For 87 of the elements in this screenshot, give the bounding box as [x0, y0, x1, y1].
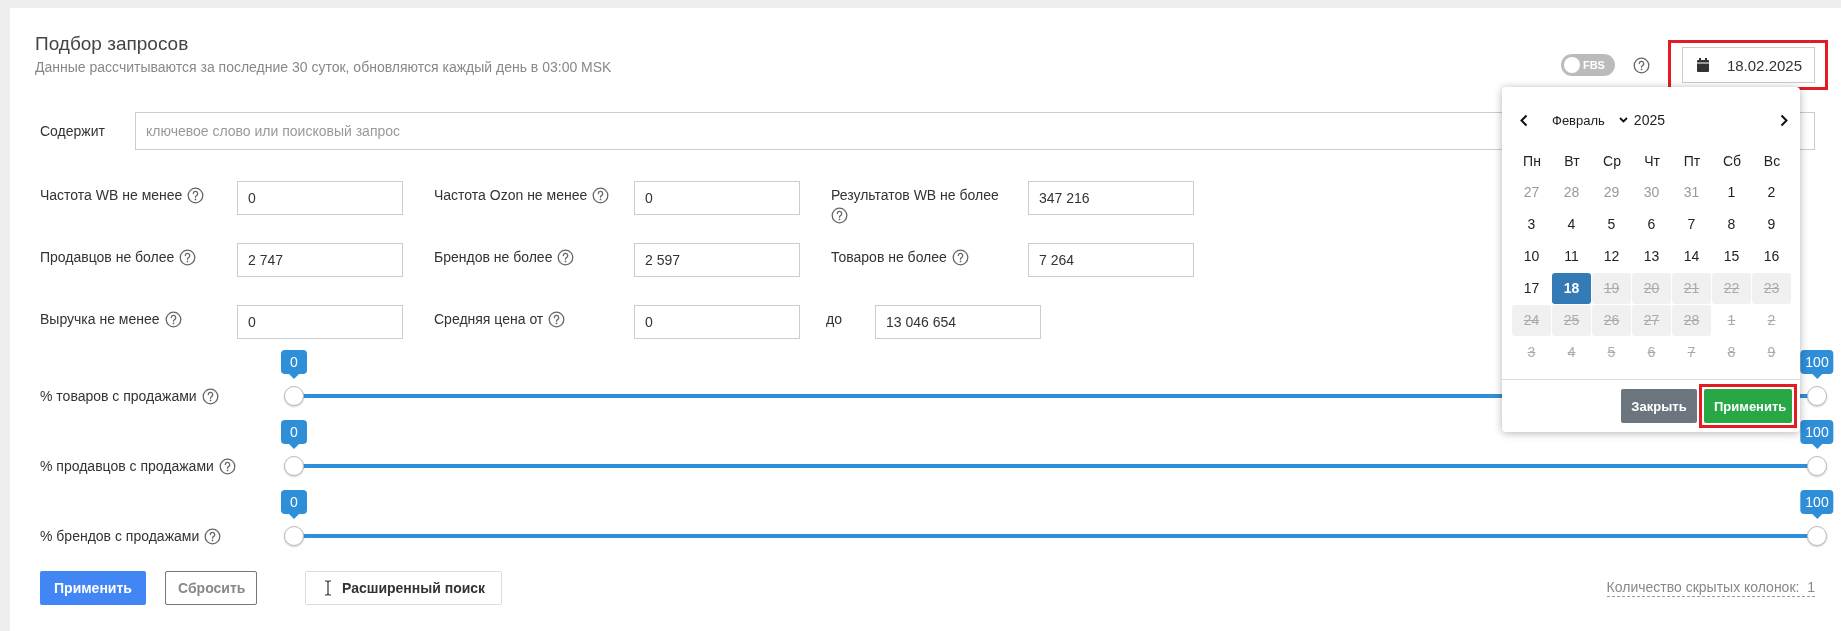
calendar-day[interactable]: 2: [1752, 177, 1791, 208]
number-field[interactable]: 2 747: [237, 243, 403, 277]
number-field[interactable]: 13 046 654: [875, 305, 1041, 339]
page-title: Подбор запросов: [35, 33, 190, 55]
field-label: до: [826, 309, 842, 329]
help-icon[interactable]: [831, 206, 848, 224]
calendar-day[interactable]: 17: [1512, 273, 1551, 304]
calendar-day[interactable]: 28: [1552, 177, 1591, 208]
calendar-day[interactable]: 3: [1512, 209, 1551, 240]
slider-handle[interactable]: [284, 456, 304, 476]
calendar-day[interactable]: 11: [1552, 241, 1591, 272]
month-select[interactable]: Февраль: [1552, 112, 1605, 128]
help-icon[interactable]: [592, 186, 610, 204]
calendar-day[interactable]: 1: [1712, 177, 1751, 208]
help-icon[interactable]: [164, 310, 182, 328]
field-label: Частота WB не менее: [40, 185, 183, 205]
year-select[interactable]: 2025: [1633, 112, 1665, 128]
calendar-day[interactable]: 10: [1512, 241, 1551, 272]
calendar-day[interactable]: 14: [1672, 241, 1711, 272]
calendar-day[interactable]: 12: [1592, 241, 1631, 272]
slider-label: % продавцов с продажами: [40, 458, 214, 474]
number-field[interactable]: 0: [634, 305, 800, 339]
field-label: Содержит: [40, 123, 106, 139]
number-field[interactable]: 0: [634, 181, 800, 215]
calendar-day[interactable]: 30: [1632, 177, 1671, 208]
date-field[interactable]: 18.02.2025: [1681, 47, 1815, 83]
slider-handle[interactable]: [284, 526, 304, 546]
field-label: Выручка не менее: [40, 309, 160, 329]
field-label: Средняя цена от: [434, 309, 544, 329]
field-label: Частота Ozon не менее: [434, 185, 588, 205]
calendar-day[interactable]: 15: [1712, 241, 1751, 272]
hidden-columns-link[interactable]: Количество скрытых колонок: 1: [1606, 579, 1815, 597]
weekday-label: Пн: [1522, 152, 1542, 171]
calendar-day[interactable]: 6: [1632, 209, 1671, 240]
calendar-day[interactable]: 4: [1552, 209, 1591, 240]
advanced-search-button[interactable]: Расширенный поиск: [305, 571, 503, 605]
calendar-day[interactable]: 9: [1752, 209, 1791, 240]
calendar-day[interactable]: 7: [1672, 209, 1711, 240]
number-field[interactable]: 2 597: [634, 243, 800, 277]
calendar-day[interactable]: 5: [1592, 209, 1631, 240]
help-icon[interactable]: [548, 310, 566, 328]
text-cursor-icon: [324, 580, 332, 596]
calendar-icon: [1696, 58, 1709, 72]
field-label: Продавцов не более: [40, 247, 175, 267]
apply-button[interactable]: Применить: [40, 571, 146, 605]
slider-handle[interactable]: [1807, 456, 1827, 476]
slider-label: % брендов с продажами: [40, 528, 200, 544]
help-icon[interactable]: [951, 248, 969, 266]
help-icon[interactable]: [557, 248, 575, 266]
weekday-label: Вс: [1762, 152, 1782, 171]
help-icon[interactable]: [179, 248, 197, 266]
weekday-label: Вт: [1563, 152, 1581, 171]
number-field[interactable]: 0: [237, 181, 403, 215]
calendar-day[interactable]: 31: [1672, 177, 1711, 208]
page-subtitle: Данные рассчитываются за последние 30 суток, обновляются каждый день в 03:00 MSK: [35, 59, 612, 75]
weekday-label: Сб: [1721, 152, 1743, 171]
weekday-label: Пт: [1682, 152, 1702, 171]
help-icon[interactable]: [218, 457, 236, 475]
help-icon[interactable]: [1632, 56, 1650, 74]
range-slider[interactable]: 0 100: [284, 490, 1839, 546]
calendar-day[interactable]: 18: [1552, 273, 1591, 304]
slider-handle[interactable]: [1807, 526, 1827, 546]
field-label: Брендов не более: [434, 247, 553, 267]
calendar-day[interactable]: 13: [1632, 241, 1671, 272]
weekday-label: Чт: [1643, 152, 1661, 171]
help-icon[interactable]: [201, 387, 219, 405]
help-icon[interactable]: [204, 527, 222, 545]
slider-label: % товаров с продажами: [40, 388, 197, 404]
caret-icon[interactable]: [1618, 117, 1628, 123]
number-field[interactable]: 347 216: [1028, 181, 1194, 215]
calendar-day[interactable]: 16: [1752, 241, 1791, 272]
calendar-day[interactable]: 29: [1592, 177, 1631, 208]
slider-handle[interactable]: [284, 386, 304, 406]
number-field[interactable]: 0: [237, 305, 403, 339]
close-button[interactable]: Закрыть: [1621, 389, 1697, 423]
calendar-day[interactable]: 27: [1512, 177, 1551, 208]
help-icon[interactable]: [187, 186, 205, 204]
previous-month-icon[interactable]: [1520, 113, 1528, 127]
apply-button[interactable]: Применить: [1704, 389, 1792, 423]
field-label: Товаров не более: [831, 247, 947, 267]
next-month-icon[interactable]: [1780, 113, 1788, 127]
number-field[interactable]: 7 264: [1028, 243, 1194, 277]
weekday-label: Ср: [1602, 152, 1622, 171]
slider-handle[interactable]: [1807, 386, 1827, 406]
field-label: Результатов WB не более: [831, 185, 999, 205]
reset-button[interactable]: Сбросить: [165, 571, 257, 605]
calendar-day[interactable]: 8: [1712, 209, 1751, 240]
